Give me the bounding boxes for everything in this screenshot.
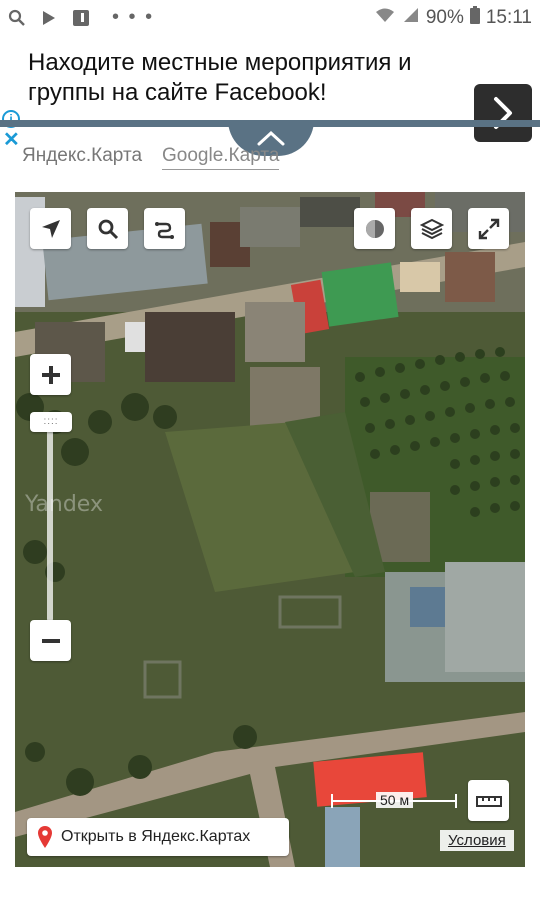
minus-icon	[41, 638, 60, 643]
layers-button[interactable]	[411, 208, 452, 249]
zoom-slider-handle[interactable]: ::::	[30, 412, 72, 432]
zoom-slider-track[interactable]	[47, 422, 53, 622]
fullscreen-button[interactable]	[468, 208, 509, 249]
satellite-imagery	[15, 192, 525, 867]
play-store-icon	[38, 7, 60, 29]
scale-label: 50 м	[376, 792, 414, 808]
location-arrow-icon	[41, 219, 60, 238]
search-button[interactable]	[87, 208, 128, 249]
ad-text[interactable]: Находите местные мероприятия и группы на…	[28, 48, 468, 108]
traffic-icon	[365, 219, 384, 238]
locate-button[interactable]	[30, 208, 71, 249]
map-scale: 50 м	[330, 790, 458, 812]
tab-google-map[interactable]: Google.Карта	[162, 145, 280, 170]
open-in-yandex-maps-label: Открыть в Яндекс.Картах	[61, 828, 251, 845]
search-icon	[6, 7, 28, 29]
expand-icon	[478, 218, 499, 239]
app-icon	[70, 7, 92, 29]
ruler-icon	[475, 795, 502, 807]
map-provider-tabs: Яндекс.Карта Google.Карта	[22, 145, 280, 170]
route-icon	[154, 221, 174, 239]
battery-icon	[469, 6, 480, 30]
signal-icon	[402, 6, 420, 30]
map-watermark: Yandex	[25, 492, 103, 517]
chevron-up-icon	[257, 130, 285, 146]
close-icon[interactable]: ✕	[3, 130, 20, 150]
ad-banner[interactable]: Находите местные мероприятия и группы на…	[0, 36, 540, 150]
route-button[interactable]	[144, 208, 185, 249]
ruler-button[interactable]	[468, 780, 509, 821]
layers-icon	[419, 218, 444, 239]
wifi-icon	[374, 6, 396, 30]
status-bar: • • • 90% 15:11	[0, 0, 540, 36]
zoom-out-button[interactable]	[30, 620, 71, 661]
terms-link[interactable]: Условия	[440, 830, 514, 851]
traffic-button[interactable]	[354, 208, 395, 249]
satellite-map[interactable]: :::: Yandex 50 м Открыть в Яндекс.Картах…	[15, 192, 525, 867]
tab-yandex-map[interactable]: Яндекс.Карта	[22, 145, 142, 170]
zoom-in-button[interactable]	[30, 354, 71, 395]
clock: 15:11	[485, 7, 532, 28]
battery-percent: 90%	[425, 7, 464, 28]
ad-open-button[interactable]	[474, 84, 532, 142]
plus-icon	[41, 365, 60, 384]
search-icon	[98, 219, 118, 239]
open-in-yandex-maps-button[interactable]: Открыть в Яндекс.Картах	[27, 818, 289, 856]
map-pin-icon	[38, 826, 52, 848]
more-icon: • • •	[112, 6, 155, 28]
